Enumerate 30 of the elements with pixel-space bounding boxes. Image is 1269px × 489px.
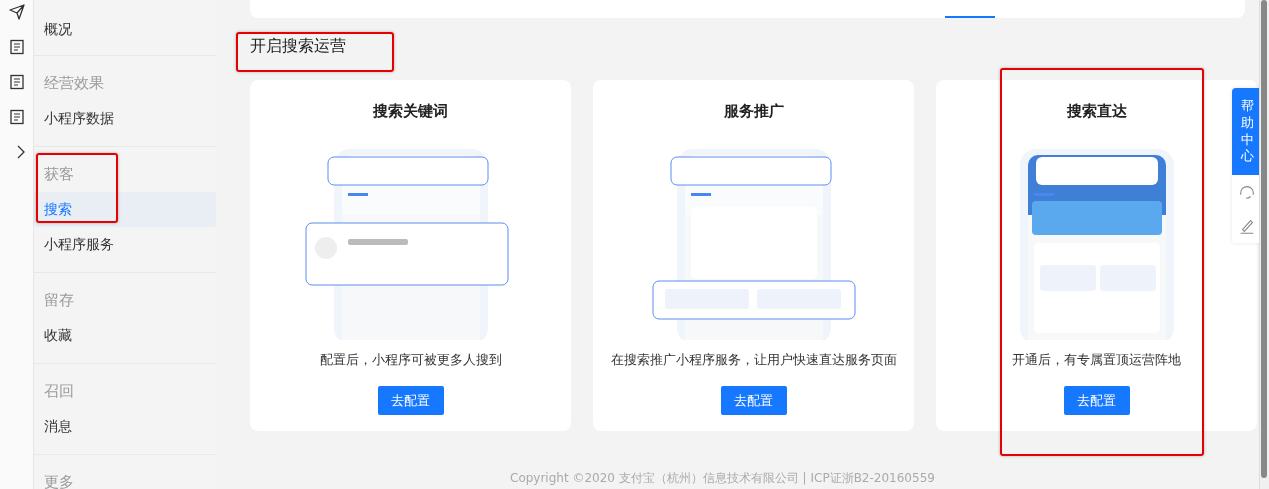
pencil-icon[interactable] [1238, 217, 1256, 235]
document-icon[interactable] [8, 39, 25, 55]
configure-button[interactable]: 去配置 [377, 386, 444, 415]
scrollbar-thumb[interactable] [1261, 0, 1267, 478]
nav-group-title: 留存 [43, 291, 75, 310]
copyright-text: Copyright ©2020 支付宝（杭州）信息技术有限公司 | ICP证浙B2-20160559 [510, 470, 935, 487]
tab-indicator [945, 16, 995, 18]
nav-group-title: 获客 [43, 165, 75, 184]
card-description: 配置后，小程序可被更多人搜到 [319, 352, 502, 369]
help-center-button[interactable]: 帮助中心 [1232, 88, 1262, 175]
nav-item[interactable]: 小程序服务 [34, 227, 216, 262]
document-icon[interactable] [8, 109, 25, 125]
card-title: 搜索直达 [1066, 102, 1127, 122]
send-icon[interactable] [8, 4, 25, 20]
card-title: 服务推广 [723, 102, 784, 122]
nav-group-title: 召回 [43, 382, 75, 401]
nav-item[interactable]: 搜索 [34, 192, 216, 227]
nav-group-title: 经营效果 [43, 74, 105, 93]
card-title: 搜索关键词 [373, 102, 448, 122]
nav-item[interactable]: 小程序数据 [34, 101, 216, 136]
document-icon[interactable] [8, 74, 25, 90]
nav-item[interactable]: 消息 [34, 409, 216, 444]
configure-button[interactable]: 去配置 [720, 386, 787, 415]
nav-group-title: 更多 [43, 473, 75, 489]
nav-item[interactable]: 概况 [34, 12, 216, 47]
configure-button[interactable]: 去配置 [1063, 386, 1130, 415]
card-description: 在搜索推广小程序服务，让用户快速直达服务页面 [610, 352, 897, 369]
section-title: 开启搜索运营 [250, 35, 347, 57]
card-description: 开通后，有专属置顶运营阵地 [1012, 352, 1181, 369]
nav-item[interactable]: 收藏 [34, 318, 216, 353]
